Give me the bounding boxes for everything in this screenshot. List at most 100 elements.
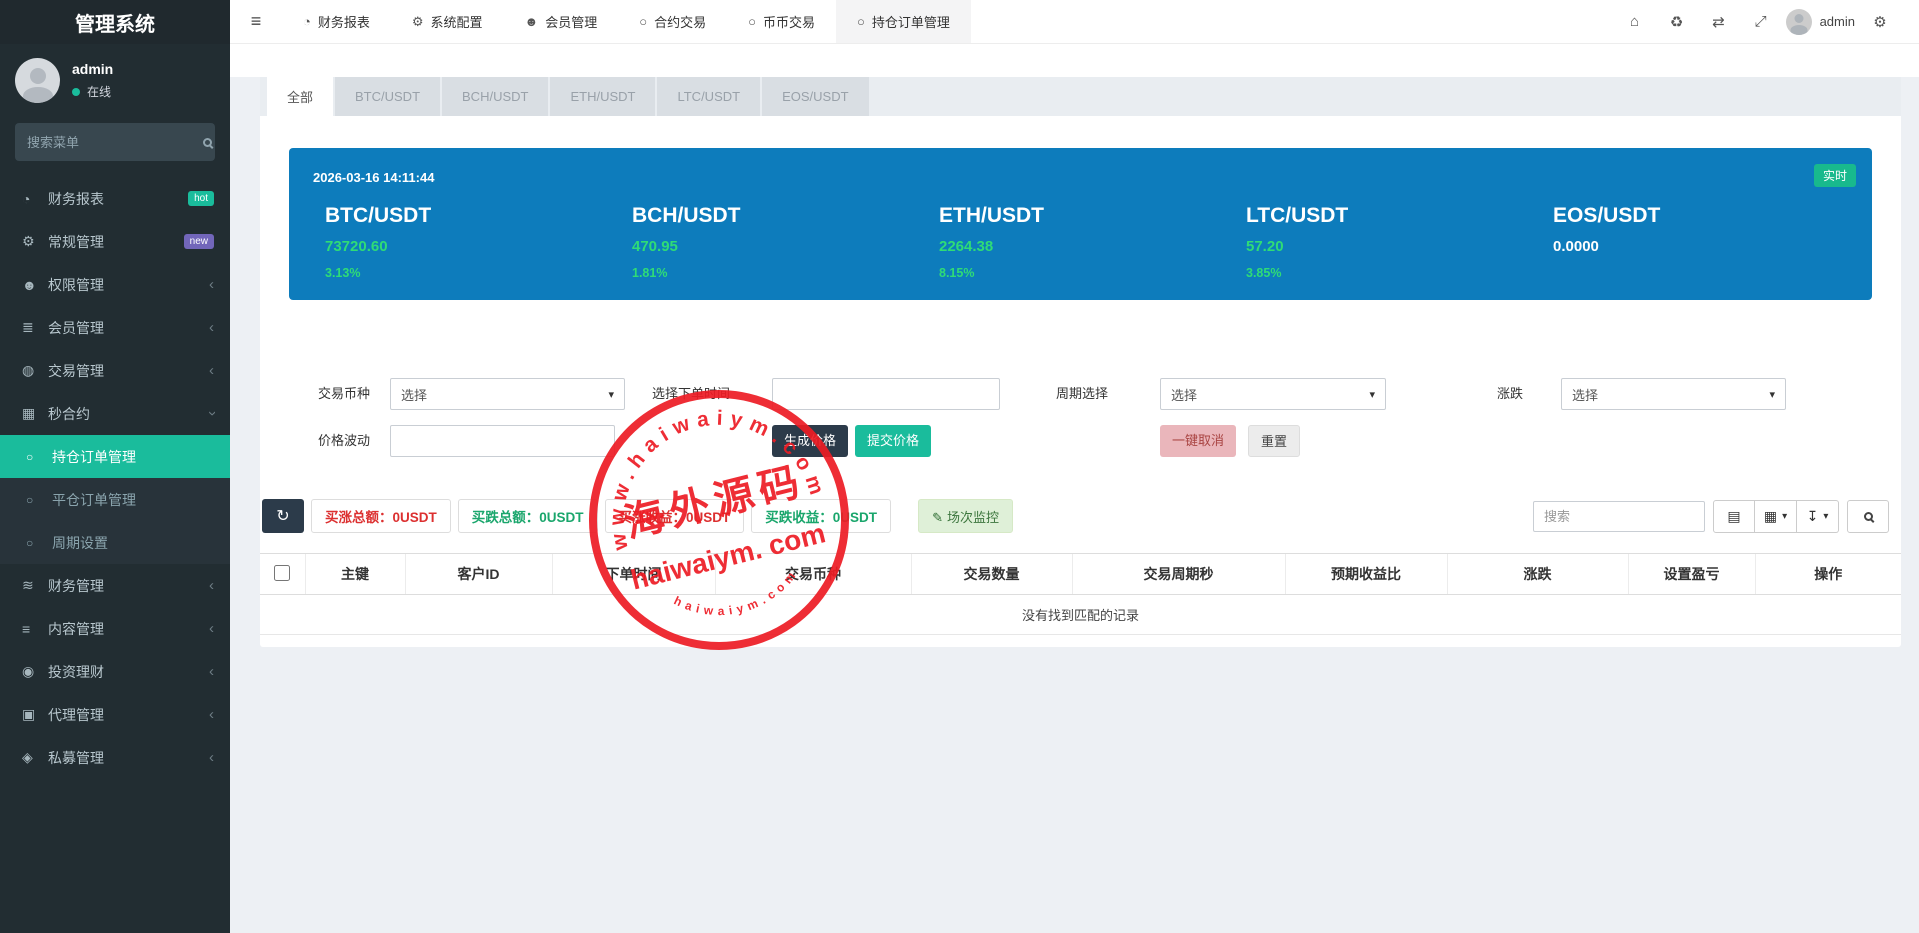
column-header-交易币种[interactable]: 交易币种	[715, 554, 911, 595]
session-monitor-button[interactable]: ✎场次监控	[918, 499, 1013, 533]
topnav-item-币币交易[interactable]: ○币币交易	[727, 0, 836, 43]
trash-icon[interactable]: ♻	[1656, 13, 1698, 31]
topnav-item-label: 持仓订单管理	[872, 12, 950, 31]
chevron-left-icon: ‹	[209, 663, 214, 680]
column-header-涨跌[interactable]: 涨跌	[1447, 554, 1628, 595]
tab-ETH/USDT[interactable]: ETH/USDT	[550, 77, 655, 116]
tab-BTC/USDT[interactable]: BTC/USDT	[335, 77, 440, 116]
stats-toolbar: ↻ 买涨总额：0USDT买跌总额：0USDT买涨收益：0USDT买跌收益：0US…	[262, 499, 1889, 533]
stat-button[interactable]: 买跌总额：0USDT	[458, 499, 598, 533]
user-status: 在线	[72, 83, 113, 100]
sidebar-item-周期设置[interactable]: ○周期设置	[0, 521, 230, 564]
list-view-button[interactable]: ▤	[1713, 500, 1755, 533]
currency-label: 交易币种	[318, 378, 370, 410]
updown-select[interactable]: 选择 ▾	[1561, 378, 1786, 410]
column-header-交易周期秒[interactable]: 交易周期秒	[1072, 554, 1285, 595]
list-view-icon: ▤	[1727, 508, 1740, 525]
sidebar-item-会员管理[interactable]: ≣会员管理‹	[0, 306, 230, 349]
navbar-avatar	[1786, 9, 1812, 35]
export-button[interactable]: ↧▾	[1797, 500, 1839, 533]
topnav-item-财务报表[interactable]: ◔财务报表	[282, 0, 391, 43]
topnav-item-合约交易[interactable]: ○合约交易	[618, 0, 727, 43]
sidebar-item-秒合约[interactable]: ▦秒合约‹	[0, 392, 230, 435]
table-search-input[interactable]	[1533, 501, 1705, 532]
column-header-预期收益比[interactable]: 预期收益比	[1285, 554, 1447, 595]
topnav-item-系统配置[interactable]: ⚙系统配置	[391, 0, 504, 43]
sidebar-item-交易管理[interactable]: ◍交易管理‹	[0, 349, 230, 392]
pair-change: 1.81%	[632, 266, 927, 280]
chevron-left-icon: ‹	[209, 706, 214, 723]
topnav-item-label: 财务报表	[318, 12, 370, 31]
table-toolbar-right: ▤ ▦▾ ↧▾	[1533, 500, 1889, 533]
sidebar-item-私募管理[interactable]: ◈私募管理‹	[0, 736, 230, 779]
sidebar-item-持仓订单管理[interactable]: ○持仓订单管理	[0, 435, 230, 478]
tab-全部[interactable]: 全部	[267, 77, 333, 116]
admin-app: 管理系统 admin 在线 ◔财务报表hot⚙常规管理new☻权限管理‹≣会员管…	[0, 0, 1919, 933]
period-select[interactable]: 选择 ▾	[1160, 378, 1386, 410]
stat-button[interactable]: 买涨总额：0USDT	[311, 499, 451, 533]
stat-buttons: 买涨总额：0USDT买跌总额：0USDT买涨收益：0USDT买跌收益：0USDT	[311, 499, 898, 533]
column-header-下单时间[interactable]: 下单时间	[552, 554, 715, 595]
home-icon[interactable]: ⌂	[1614, 13, 1656, 30]
sidebar-item-常规管理[interactable]: ⚙常规管理new	[0, 220, 230, 263]
column-header-设置盈亏[interactable]: 设置盈亏	[1628, 554, 1755, 595]
updown-label: 涨跌	[1497, 378, 1523, 410]
order-time-label: 选择下单时间	[652, 378, 730, 410]
sidebar-item-平仓订单管理[interactable]: ○平仓订单管理	[0, 478, 230, 521]
topnav-items: ◔财务报表⚙系统配置☻会员管理○合约交易○币币交易○持仓订单管理	[282, 0, 971, 43]
top-navbar: ≡ ◔财务报表⚙系统配置☻会员管理○合约交易○币币交易○持仓订单管理 ⌂ ♻ ⇄…	[230, 0, 1919, 44]
sidebar-item-代理管理[interactable]: ▣代理管理‹	[0, 693, 230, 736]
tab-LTC/USDT[interactable]: LTC/USDT	[657, 77, 760, 116]
refresh-button[interactable]: ↻	[262, 499, 304, 533]
select-all-cell	[260, 554, 305, 595]
column-header-交易数量[interactable]: 交易数量	[911, 554, 1072, 595]
pair-ETH/USDT: ETH/USDT2264.388.15%	[927, 204, 1234, 280]
chevron-left-icon: ‹	[209, 276, 214, 293]
column-header-主键[interactable]: 主键	[305, 554, 405, 595]
pair-price: 57.20	[1246, 238, 1541, 255]
topnav-item-持仓订单管理[interactable]: ○持仓订单管理	[836, 0, 971, 43]
sidebar-item-内容管理[interactable]: ≡内容管理‹	[0, 607, 230, 650]
generate-price-button[interactable]: 生成价格	[772, 425, 848, 457]
settings-gear-icon[interactable]: ⚙	[1859, 13, 1901, 31]
table-search-button[interactable]	[1847, 500, 1889, 533]
tab-BCH/USDT[interactable]: BCH/USDT	[442, 77, 548, 116]
calendar-icon: ▦	[22, 405, 48, 422]
cancel-all-button[interactable]: 一键取消	[1160, 425, 1236, 457]
grid-view-icon: ▦	[1764, 508, 1777, 525]
sidebar-item-label: 财务管理	[48, 576, 209, 596]
circle-icon: ○	[26, 536, 52, 550]
grid-view-button[interactable]: ▦▾	[1755, 500, 1797, 533]
tab-EOS/USDT[interactable]: EOS/USDT	[762, 77, 868, 116]
pair-price: 470.95	[632, 238, 927, 255]
top-strip	[230, 44, 1919, 77]
price-wave-input[interactable]	[390, 425, 615, 457]
sidebar-item-投资理财[interactable]: ◉投资理财‹	[0, 650, 230, 693]
navbar-user[interactable]: admin	[1786, 9, 1855, 35]
stat-button[interactable]: 买跌收益：0USDT	[751, 499, 891, 533]
column-header-客户ID[interactable]: 客户ID	[405, 554, 552, 595]
topnav-item-label: 币币交易	[763, 12, 815, 31]
stat-button[interactable]: 买涨收益：0USDT	[605, 499, 745, 533]
column-header-操作[interactable]: 操作	[1755, 554, 1901, 595]
topnav-item-label: 会员管理	[545, 12, 597, 31]
submenu-秒合约: ○持仓订单管理○平仓订单管理○周期设置	[0, 435, 230, 564]
currency-select[interactable]: 选择 ▾	[390, 378, 625, 410]
view-button-group: ▤ ▦▾ ↧▾	[1713, 500, 1839, 533]
gem-icon: ◈	[22, 749, 48, 766]
sidebar-item-财务报表[interactable]: ◔财务报表hot	[0, 177, 230, 220]
order-time-input[interactable]	[772, 378, 1000, 410]
price-wave-label: 价格波动	[318, 425, 370, 457]
sidebar-item-权限管理[interactable]: ☻权限管理‹	[0, 263, 230, 306]
pair-list: BTC/USDT73720.603.13%BCH/USDT470.951.81%…	[313, 204, 1848, 280]
language-icon[interactable]: ⇄	[1698, 13, 1740, 31]
sidebar-item-财务管理[interactable]: ≋财务管理‹	[0, 564, 230, 607]
topnav-item-会员管理[interactable]: ☻会员管理	[504, 0, 619, 43]
submit-price-button[interactable]: 提交价格	[855, 425, 931, 457]
sidebar-search-input[interactable]	[27, 135, 203, 150]
fullscreen-icon[interactable]: ⤢	[1740, 13, 1782, 30]
select-all-checkbox[interactable]	[274, 565, 290, 581]
pair-change: 3.13%	[325, 266, 620, 280]
reset-button[interactable]: 重置	[1248, 425, 1300, 457]
hamburger-icon[interactable]: ≡	[230, 0, 282, 43]
